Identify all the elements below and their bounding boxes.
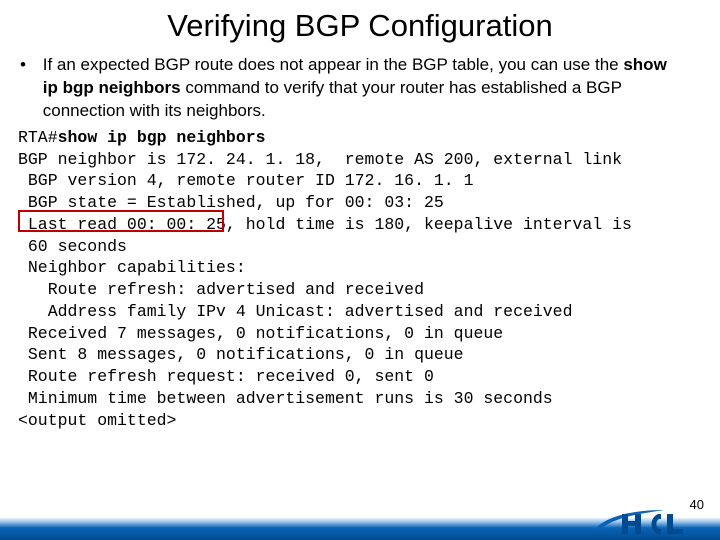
body-bullet: • If an expected BGP route does not appe…: [0, 48, 720, 125]
code-line-1: BGP neighbor is 172. 24. 1. 18, remote A…: [18, 150, 622, 169]
bullet-text: If an expected BGP route does not appear…: [43, 54, 683, 123]
code-line-4: Last read 00: 00: 25, hold time is 180, …: [18, 215, 632, 234]
bullet-part1: If an expected BGP route does not appear…: [43, 55, 624, 74]
code-line-9: Received 7 messages, 0 notifications, 0 …: [18, 324, 503, 343]
code-line-11: Route refresh request: received 0, sent …: [18, 367, 434, 386]
code-prompt: RTA#: [18, 128, 58, 147]
hcl-logo: [592, 506, 702, 536]
code-line-6: Neighbor capabilities:: [18, 258, 246, 277]
code-line-5: 60 seconds: [18, 237, 127, 256]
code-cmd: show ip bgp neighbors: [58, 128, 266, 147]
code-line-2: BGP version 4, remote router ID 172. 16.…: [18, 171, 473, 190]
code-line-10: Sent 8 messages, 0 notifications, 0 in q…: [18, 345, 464, 364]
slide: Verifying BGP Configuration • If an expe…: [0, 0, 720, 540]
bullet-dot: •: [20, 54, 38, 77]
code-line-3: BGP state = Established, up for 00: 03: …: [18, 193, 444, 212]
slide-title: Verifying BGP Configuration: [0, 0, 720, 48]
code-line-12: Minimum time between advertisement runs …: [18, 389, 553, 408]
code-block: RTA#show ip bgp neighbors BGP neighbor i…: [0, 125, 720, 475]
code-line-8: Address family IPv 4 Unicast: advertised…: [18, 302, 573, 321]
code-line-7: Route refresh: advertised and received: [18, 280, 424, 299]
code-line-13: <output omitted>: [18, 411, 176, 430]
